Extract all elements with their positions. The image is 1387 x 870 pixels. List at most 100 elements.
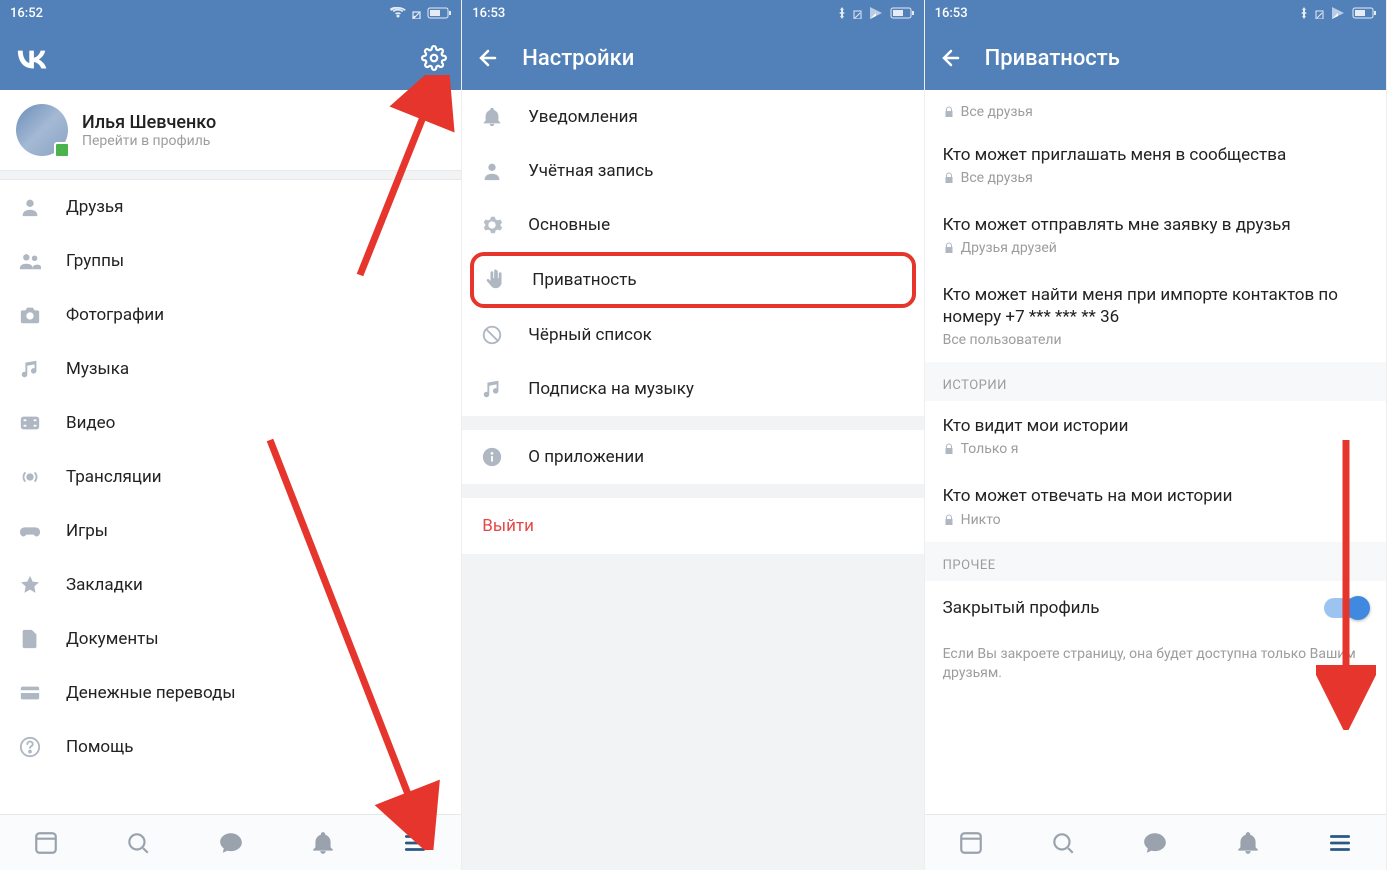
menu-item-star[interactable]: Закладки xyxy=(0,558,461,612)
settings-label: О приложении xyxy=(528,447,644,467)
settings-label: Уведомления xyxy=(528,107,638,127)
privacy-title: Кто видит мои истории xyxy=(943,415,1368,437)
back-icon[interactable] xyxy=(939,46,963,70)
profile-name: Илья Шевченко xyxy=(82,112,216,133)
star-icon xyxy=(16,574,44,596)
header-title: Настройки xyxy=(522,46,634,71)
hand-icon xyxy=(482,269,510,291)
privacy-row[interactable]: Кто может отвечать на мои истории Никто xyxy=(925,471,1386,541)
privacy-value: Друзья друзей xyxy=(943,240,1368,256)
privacy-value: Никто xyxy=(943,512,1368,528)
menu-item-broadcast[interactable]: Трансляции xyxy=(0,450,461,504)
gear-icon xyxy=(478,214,506,236)
separator xyxy=(0,170,461,180)
video-icon xyxy=(16,412,44,434)
privacy-row[interactable]: Кто может найти меня при импорте контакт… xyxy=(925,270,1386,362)
menu-label: Игры xyxy=(66,521,108,541)
privacy-row[interactable]: Кто видит мои истории Только я xyxy=(925,401,1386,471)
section-other: ПРОЧЕЕ xyxy=(925,542,1386,581)
privacy-value: Все друзья xyxy=(943,170,1368,186)
music-icon xyxy=(16,358,44,380)
settings-header: Настройки xyxy=(462,26,923,90)
nav-messages[interactable] xyxy=(185,815,277,870)
privacy-title: Кто может приглашать меня в сообщества xyxy=(943,144,1368,166)
settings-label: Учётная запись xyxy=(528,161,653,181)
status-icons xyxy=(390,7,451,19)
settings-gear[interactable]: Основные xyxy=(462,198,923,252)
person-icon xyxy=(16,196,44,218)
profile-row[interactable]: Илья Шевченко Перейти в профиль xyxy=(0,90,461,170)
info-icon xyxy=(478,446,506,468)
person-icon xyxy=(478,160,506,182)
menu-item-camera[interactable]: Фотографии xyxy=(0,288,461,342)
menu-label: Видео xyxy=(66,413,115,433)
settings-about[interactable]: О приложении xyxy=(462,430,923,484)
nav-feed[interactable] xyxy=(0,815,92,870)
settings-person[interactable]: Учётная запись xyxy=(462,144,923,198)
privacy-header: Приватность xyxy=(925,26,1386,90)
closed-profile-label: Закрытый профиль xyxy=(943,597,1100,619)
gear-icon[interactable] xyxy=(421,45,447,71)
nav-search[interactable] xyxy=(1017,815,1109,870)
status-time: 16:53 xyxy=(472,6,505,21)
privacy-value: Все друзья xyxy=(925,94,1386,130)
main-menu-list: Друзья Группы Фотографии Музыка Видео Трансля… xyxy=(0,180,461,814)
block-icon xyxy=(478,324,506,346)
settings-list: Уведомления Учётная запись Основные Приватн… xyxy=(462,90,923,870)
menu-item-music[interactable]: Музыка xyxy=(0,342,461,396)
menu-item-gamepad[interactable]: Игры xyxy=(0,504,461,558)
closed-profile-toggle[interactable] xyxy=(1324,598,1368,618)
menu-label: Помощь xyxy=(66,737,133,757)
settings-hand[interactable]: Приватность xyxy=(470,252,915,308)
menu-item-people[interactable]: Группы xyxy=(0,234,461,288)
card-icon xyxy=(16,682,44,704)
menu-label: Трансляции xyxy=(66,467,162,487)
menu-item-card[interactable]: Денежные переводы xyxy=(0,666,461,720)
settings-block[interactable]: Чёрный список xyxy=(462,308,923,362)
screen-menu: 16:52 Илья Шевченко Перейти в профиль Др… xyxy=(0,0,462,870)
menu-label: Денежные переводы xyxy=(66,683,236,703)
privacy-title: Кто может найти меня при импорте контакт… xyxy=(943,284,1368,328)
menu-label: Фотографии xyxy=(66,305,164,325)
settings-label: Подписка на музыку xyxy=(528,379,694,399)
status-bar: 16:53 xyxy=(462,0,923,26)
bell-icon xyxy=(478,106,506,128)
status-bar: 16:53 xyxy=(925,0,1386,26)
privacy-value: Все пользователи xyxy=(943,332,1368,348)
closed-profile-row[interactable]: Закрытый профиль xyxy=(925,581,1386,635)
nav-menu[interactable] xyxy=(369,815,461,870)
nav-messages[interactable] xyxy=(1109,815,1201,870)
privacy-row[interactable]: Кто может отправлять мне заявку в друзья… xyxy=(925,200,1386,270)
privacy-value: Только я xyxy=(943,441,1368,457)
menu-item-document[interactable]: Документы xyxy=(0,612,461,666)
settings-bell[interactable]: Уведомления xyxy=(462,90,923,144)
nav-menu[interactable] xyxy=(1294,815,1386,870)
online-badge-icon xyxy=(54,142,70,158)
settings-label: Основные xyxy=(528,215,610,235)
menu-item-video[interactable]: Видео xyxy=(0,396,461,450)
status-time: 16:52 xyxy=(10,6,43,21)
bottom-nav xyxy=(925,814,1386,870)
settings-label: Чёрный список xyxy=(528,325,652,345)
menu-label: Друзья xyxy=(66,197,123,217)
profile-subtitle: Перейти в профиль xyxy=(82,133,216,149)
header-title: Приватность xyxy=(985,46,1120,71)
logout-button[interactable]: Выйти xyxy=(462,498,923,554)
back-icon[interactable] xyxy=(476,46,500,70)
nav-notifications[interactable] xyxy=(1201,815,1293,870)
gamepad-icon xyxy=(16,520,44,542)
nav-search[interactable] xyxy=(92,815,184,870)
privacy-row[interactable]: Кто может приглашать меня в сообщества Вс… xyxy=(925,130,1386,200)
music-icon xyxy=(478,378,506,400)
menu-item-help[interactable]: Помощь xyxy=(0,720,461,774)
settings-music[interactable]: Подписка на музыку xyxy=(462,362,923,416)
nav-notifications[interactable] xyxy=(277,815,369,870)
privacy-title: Кто может отвечать на мои истории xyxy=(943,485,1368,507)
status-time: 16:53 xyxy=(935,6,968,21)
menu-item-person[interactable]: Друзья xyxy=(0,180,461,234)
people-icon xyxy=(16,250,44,272)
menu-label: Группы xyxy=(66,251,124,271)
privacy-title: Кто может отправлять мне заявку в друзья xyxy=(943,214,1368,236)
nav-feed[interactable] xyxy=(925,815,1017,870)
privacy-content: Все друзья Кто может приглашать меня в с… xyxy=(925,90,1386,814)
